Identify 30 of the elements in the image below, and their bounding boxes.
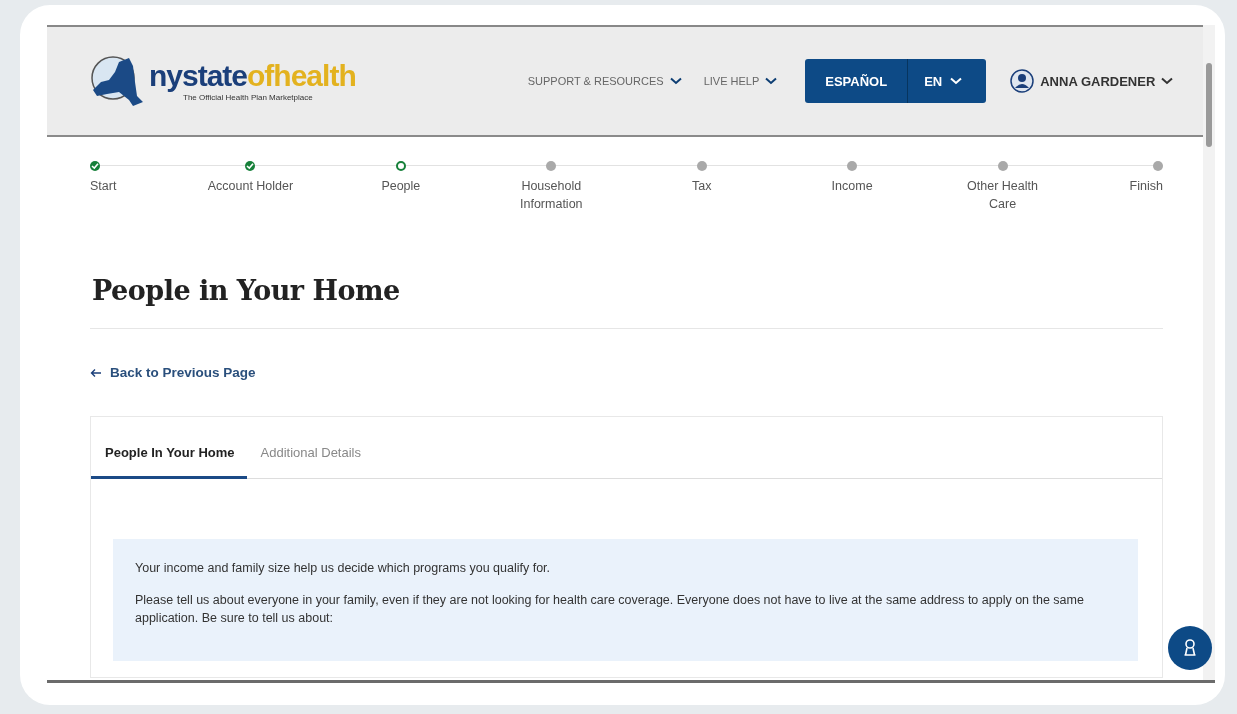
scrollbar-thumb[interactable] xyxy=(1206,63,1212,147)
logo-tagline: The Official Health Plan Marketplace xyxy=(183,92,314,102)
language-button[interactable]: ESPAÑOL xyxy=(805,59,908,103)
step-label: Account Holder xyxy=(207,178,294,195)
chat-button[interactable] xyxy=(1168,626,1212,670)
step-label: Household Information xyxy=(519,178,584,213)
step-label: Income xyxy=(831,178,873,195)
info-text: Please tell us about everyone in your family, even if they are not looking for health care coverage. Everyone does not have to live at the same address to apply on the same application. Be sure to tell us about: xyxy=(135,591,1085,627)
step-label: Other Health Care xyxy=(966,178,1039,213)
back-arrow-icon xyxy=(90,367,102,378)
step-label: Start xyxy=(90,178,117,195)
chevron-down-icon xyxy=(950,77,963,85)
page-title: People in Your Home xyxy=(92,275,401,306)
info-text: Your income and family size help us decide which programs you qualify for. xyxy=(135,559,552,577)
tab[interactable]: Additional Details xyxy=(246,444,373,479)
language-dropdown[interactable]: EN xyxy=(907,59,987,103)
step-label: Tax xyxy=(691,178,712,195)
person-icon xyxy=(1183,638,1197,658)
step-label: People xyxy=(381,178,421,195)
chevron-down-icon xyxy=(765,77,778,85)
nav-menu-link[interactable]: LIVE HELP xyxy=(703,75,778,87)
logo-wordmark: nystateofhealth xyxy=(149,60,356,91)
step-label: Finish xyxy=(1129,178,1163,195)
tab[interactable]: People In Your Home xyxy=(91,444,247,479)
user-menu-button[interactable]: ANNA GARDENER xyxy=(1040,73,1174,89)
user-avatar-icon xyxy=(1010,69,1035,93)
back-link[interactable]: Back to Previous Page xyxy=(90,365,256,380)
chevron-down-icon xyxy=(1161,77,1174,85)
nav-menu-link[interactable]: SUPPORT & RESOURCES xyxy=(527,75,682,87)
chevron-down-icon xyxy=(669,77,682,85)
